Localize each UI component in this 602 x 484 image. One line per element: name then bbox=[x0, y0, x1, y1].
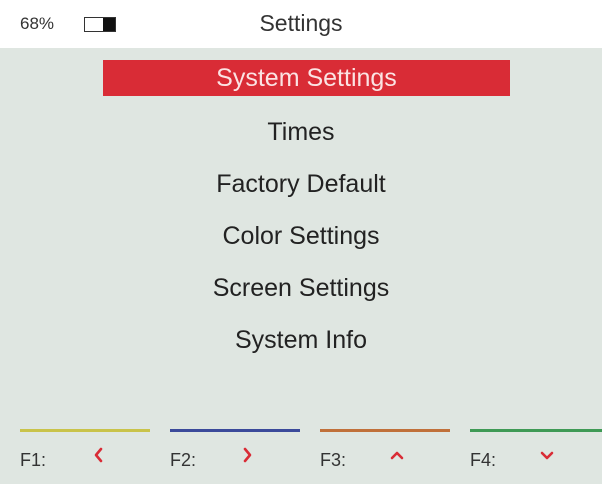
f3-key[interactable]: F3: bbox=[300, 426, 450, 484]
menu-item-system-info[interactable]: System Info bbox=[0, 322, 602, 358]
menu-item-factory-default[interactable]: Factory Default bbox=[0, 166, 602, 202]
menu-item-times[interactable]: Times bbox=[0, 114, 602, 150]
menu-item-system-settings[interactable]: System Settings bbox=[103, 60, 510, 96]
chevron-left-icon bbox=[94, 447, 103, 463]
f3-label: F3: bbox=[320, 450, 347, 470]
settings-menu: System Settings Times Factory Default Co… bbox=[0, 48, 602, 426]
f1-color-line bbox=[20, 429, 150, 432]
settings-screen: 68% Settings System Settings Times Facto… bbox=[0, 0, 602, 484]
menu-item-color-settings[interactable]: Color Settings bbox=[0, 218, 602, 254]
chevron-up-icon bbox=[390, 451, 404, 460]
menu-item-screen-settings[interactable]: Screen Settings bbox=[0, 270, 602, 306]
f4-label: F4: bbox=[470, 450, 497, 470]
f2-label: F2: bbox=[170, 450, 197, 470]
f4-key[interactable]: F4: bbox=[450, 426, 602, 484]
top-bar: 68% Settings bbox=[0, 0, 602, 48]
f4-color-line bbox=[470, 429, 602, 432]
f1-key[interactable]: F1: bbox=[0, 426, 150, 484]
chevron-right-icon bbox=[243, 447, 252, 463]
f3-color-line bbox=[320, 429, 450, 432]
page-title: Settings bbox=[259, 10, 343, 36]
f2-key[interactable]: F2: bbox=[150, 426, 300, 484]
function-key-bar: F1: F2: F3: F4: bbox=[0, 426, 602, 484]
chevron-down-icon bbox=[540, 451, 554, 460]
f1-label: F1: bbox=[20, 450, 47, 470]
f2-color-line bbox=[170, 429, 300, 432]
